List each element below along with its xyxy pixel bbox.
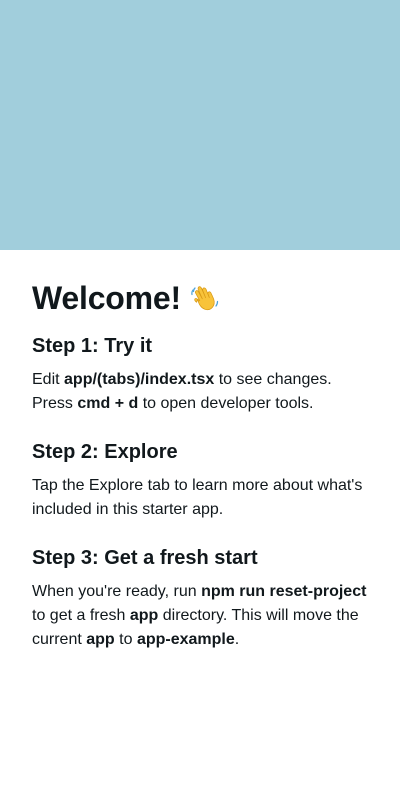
step-3: Step 3: Get a fresh start When you're re…	[32, 544, 368, 652]
directory-name-text: app-example	[136, 631, 235, 648]
step-1-text: Edit app/(tabs)/index.tsx to see changes…	[32, 368, 368, 416]
step-3-text-part: to get a fresh	[32, 607, 130, 624]
directory-name-text: app	[86, 631, 115, 648]
step-3-text-part: .	[234, 631, 240, 648]
shortcut-text: cmd + d	[77, 395, 139, 412]
step-3-title: Step 3: Get a fresh start	[32, 547, 258, 569]
command-text: npm run reset-project	[201, 583, 367, 600]
title-row: Welcome!	[32, 278, 368, 318]
step-1: Step 1: Try it Edit app/(tabs)/index.tsx…	[32, 332, 368, 416]
step-2-text: Tap the Explore tab to learn more about …	[32, 477, 363, 518]
main-content: Welcome! Step 1: Try it Edit app/(tabs)/…	[0, 250, 400, 652]
page-title: Welcome!	[32, 280, 181, 316]
step-3-text-part: When you're ready, run	[32, 583, 202, 600]
header-banner	[0, 0, 400, 250]
step-1-text-part: Edit	[32, 371, 65, 388]
step-3-text-part: to	[114, 631, 137, 648]
step-3-text: When you're ready, run npm run reset-pro…	[32, 580, 368, 652]
file-path-text: app/(tabs)/index.tsx	[64, 371, 215, 388]
directory-name-text: app	[129, 607, 159, 624]
waving-hand-icon	[189, 282, 221, 314]
step-1-title: Step 1: Try it	[32, 335, 153, 357]
step-2: Step 2: Explore Tap the Explore tab to l…	[32, 438, 368, 522]
step-1-text-part: to open developer tools.	[138, 395, 314, 412]
step-2-title: Step 2: Explore	[32, 441, 178, 463]
